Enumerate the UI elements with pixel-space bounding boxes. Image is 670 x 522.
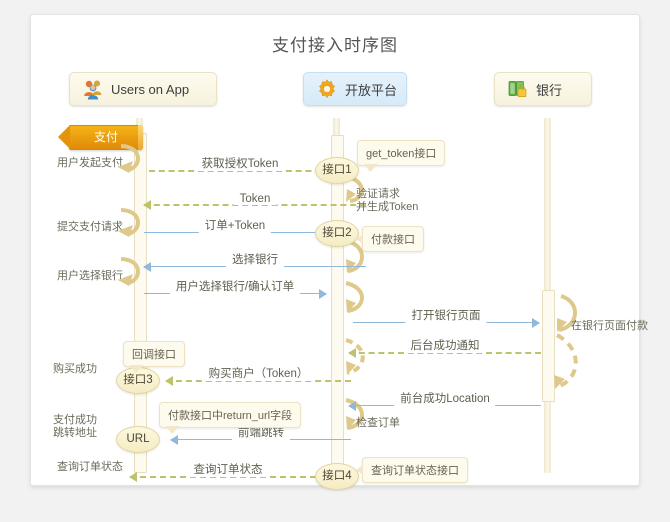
actor-platform-label: 开放平台 bbox=[345, 82, 398, 98]
message-label: 获取授权Token bbox=[195, 155, 285, 171]
message-confirm-order: 用户选择银行/确认订单 bbox=[144, 278, 327, 299]
message-buy-merchant: 购买商户（Token） bbox=[165, 365, 351, 386]
message-label: 用户选择银行/确认订单 bbox=[169, 278, 301, 294]
gear-icon bbox=[316, 78, 338, 100]
message-frontend-redirect: 前端跳转 bbox=[170, 424, 351, 445]
message-label: 订单+Token bbox=[198, 217, 272, 233]
node-interface-2[interactable]: 接口2 bbox=[315, 220, 359, 247]
message-order-token: 订单+Token bbox=[144, 217, 327, 238]
message-label: Token bbox=[233, 193, 277, 205]
left-annotation-1: 用户发起支付 bbox=[57, 157, 123, 169]
message-backend-success-notify: 后台成功通知 bbox=[348, 337, 541, 358]
message-label: 前台成功Location bbox=[394, 390, 496, 406]
node-interface-4[interactable]: 接口4 bbox=[315, 463, 359, 490]
phase-tab-payment[interactable]: 支付 bbox=[58, 125, 143, 150]
callout-callback-api: 回调接口 bbox=[123, 341, 185, 373]
message-choose-bank: 选择银行 bbox=[143, 251, 366, 272]
message-label: 打开银行页面 bbox=[405, 307, 487, 323]
note-verify-request-line1: 验证请求 bbox=[356, 188, 400, 200]
message-label: 选择银行 bbox=[226, 251, 284, 267]
message-token: Token bbox=[143, 193, 366, 210]
node-url[interactable]: URL bbox=[116, 426, 160, 453]
note-pay-on-bank-page: 在银行页面付款 bbox=[571, 320, 648, 332]
callout-get-token-api: get_token接口 bbox=[357, 140, 446, 172]
callout-payment-api: 付款接口 bbox=[356, 226, 424, 252]
left-annotation-2: 提交支付请求 bbox=[57, 221, 123, 233]
message-label: 后台成功通知 bbox=[404, 337, 486, 353]
actor-user[interactable]: Users on App bbox=[69, 72, 217, 106]
left-annotation-6: 查询订单状态 bbox=[57, 461, 123, 473]
left-annotation-3: 用户选择银行 bbox=[57, 270, 123, 282]
callout-return-url-field: 付款接口中return_url字段 bbox=[159, 402, 302, 434]
note-check-order: 检查订单 bbox=[356, 417, 400, 429]
actor-platform[interactable]: 开放平台 bbox=[303, 72, 407, 106]
activation-bank bbox=[542, 290, 555, 402]
money-icon bbox=[507, 78, 529, 100]
activation-user bbox=[134, 133, 147, 473]
message-label: 购买商户（Token） bbox=[202, 365, 315, 381]
node-interface-1[interactable]: 接口1 bbox=[315, 157, 359, 184]
left-annotation-5-line2: 跳转地址 bbox=[53, 427, 97, 439]
left-annotation-5-line1: 支付成功 bbox=[53, 414, 97, 426]
users-icon bbox=[82, 78, 104, 100]
page-title: 支付接入时序图 bbox=[272, 36, 398, 55]
message-get-token: 获取授权Token bbox=[149, 155, 332, 176]
diagram-canvas: 支付接入时序图 Users on App 开放平台 银行 支付 用户发起支付 提… bbox=[30, 14, 648, 490]
actor-bank[interactable]: 银行 bbox=[494, 72, 592, 106]
left-annotation-4: 购买成功 bbox=[53, 363, 97, 375]
message-label: 查询订单状态 bbox=[187, 461, 269, 477]
actor-user-label: Users on App bbox=[111, 81, 190, 97]
callout-query-order-status-api: 查询订单状态接口 bbox=[356, 457, 468, 483]
message-open-bank-page: 打开银行页面 bbox=[353, 307, 540, 328]
message-frontend-success-location: 前台成功Location bbox=[348, 390, 541, 411]
actor-bank-label: 银行 bbox=[536, 82, 563, 98]
note-verify-request-line2: 并生成Token bbox=[356, 201, 419, 213]
activation-platform bbox=[331, 135, 344, 473]
message-query-order-status: 查询订单状态 bbox=[129, 461, 326, 482]
